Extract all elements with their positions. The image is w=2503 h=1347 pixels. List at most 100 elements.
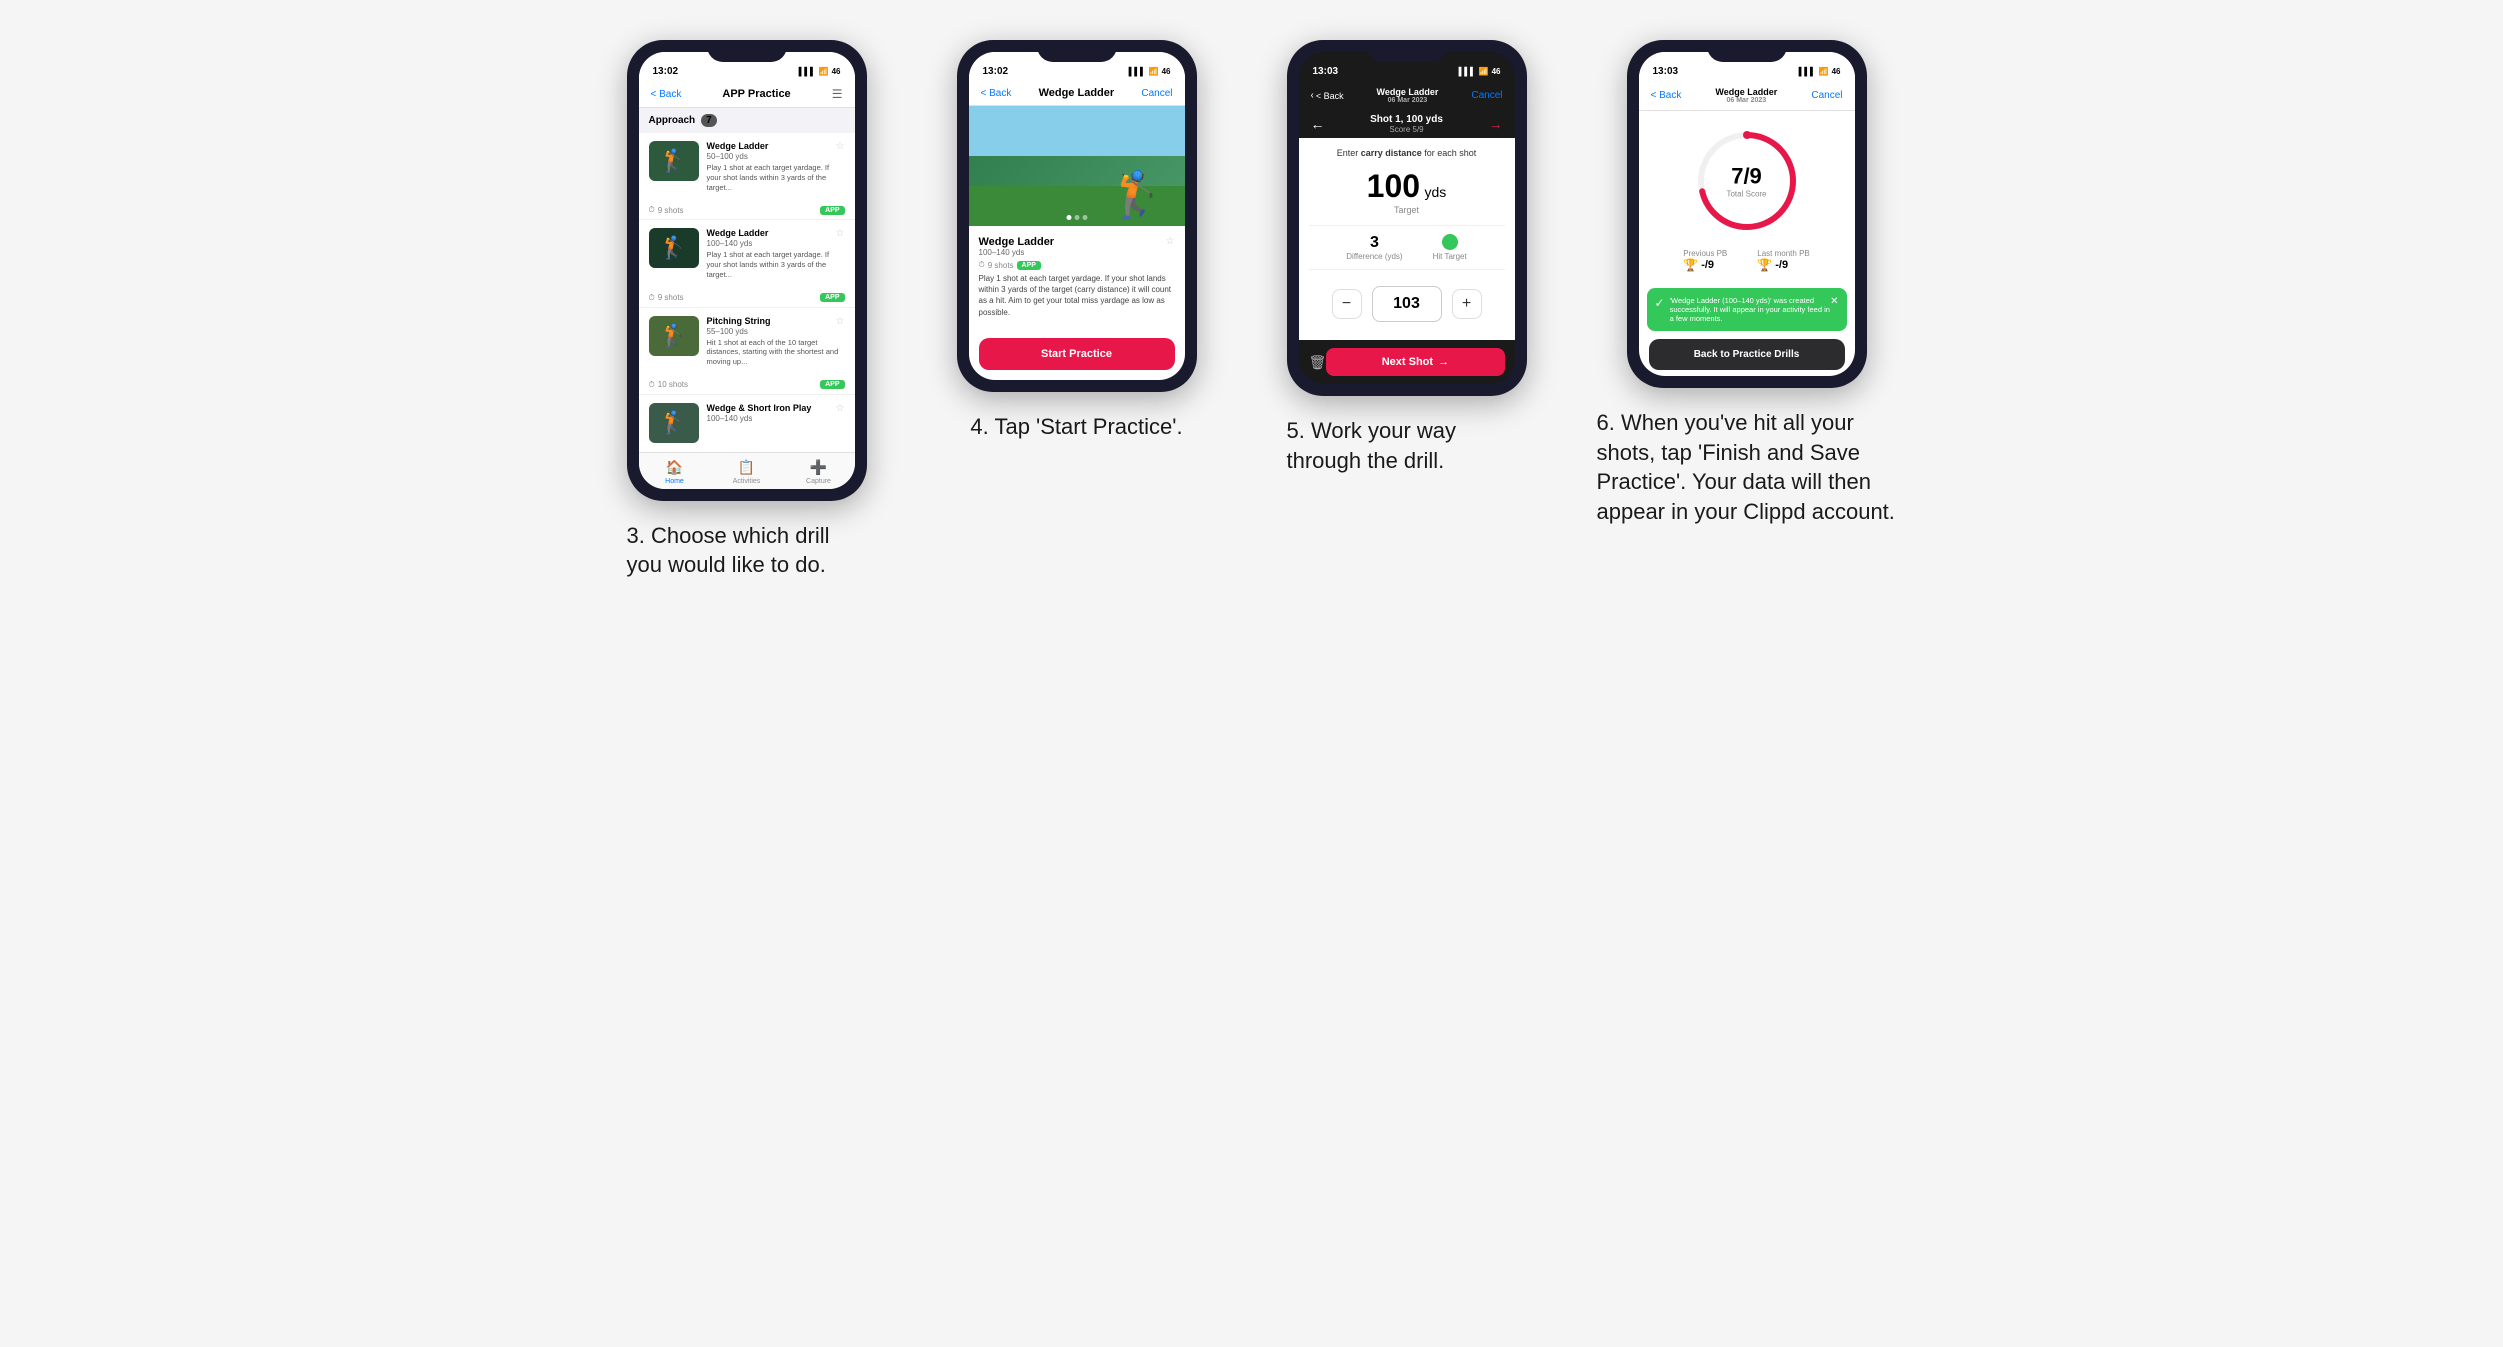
target-label: Target <box>1309 205 1505 215</box>
drill-footer-3: ⏱ 10 shots APP <box>639 376 855 395</box>
signal-icon-2: ▌▌▌ <box>1129 67 1146 76</box>
previous-pb-label: Previous PB <box>1683 249 1727 258</box>
phone-3: 13:03 ▌▌▌ 📶 46 ‹ < Back Wedge Ladder 06 … <box>1287 40 1527 396</box>
status-icons-1: ▌▌▌ 📶 46 <box>799 67 841 76</box>
column-1: 13:02 ▌▌▌ 📶 46 < Back APP Practice ☰ App… <box>597 40 897 580</box>
drill-card-1[interactable]: 🏌️ Wedge Ladder ☆ 50–100 yds Play 1 shot… <box>639 133 855 200</box>
score-num: 7/9 <box>1726 164 1766 190</box>
back-btn-3[interactable]: ‹ < Back <box>1311 90 1344 101</box>
drill-thumb-1: 🏌️ <box>649 141 699 181</box>
nav-title-block-4: Wedge Ladder 06 Mar 2023 <box>1715 87 1777 104</box>
star-icon-3[interactable]: ☆ <box>836 316 845 327</box>
drill-info-1: Wedge Ladder ☆ 50–100 yds Play 1 shot at… <box>707 141 845 192</box>
back-btn-1[interactable]: < Back <box>651 89 682 100</box>
hamburger-icon[interactable]: ☰ <box>832 87 843 101</box>
next-shot-btn[interactable]: Next Shot → <box>1326 348 1504 376</box>
wifi-icon-3: 📶 <box>1479 67 1489 76</box>
next-shot-nav-icon[interactable]: → <box>1489 116 1503 132</box>
star-icon-2[interactable]: ☆ <box>836 228 845 239</box>
nav-title-1: APP Practice <box>722 88 790 100</box>
drill-info-2: Wedge Ladder ☆ 100–140 yds Play 1 shot a… <box>707 228 845 279</box>
cancel-btn-3[interactable]: Cancel <box>1471 90 1502 101</box>
drill-yds-2: 100–140 yds <box>707 239 845 248</box>
pb-row: Previous PB 🏆 -/9 Last month PB 🏆 -/9 <box>1639 241 1855 280</box>
section-label: Approach <box>649 115 696 126</box>
nav-bar-4: < Back Wedge Ladder 06 Mar 2023 Cancel <box>1639 81 1855 111</box>
dot-2 <box>1074 215 1079 220</box>
lastmonth-pb-label: Last month PB <box>1757 249 1809 258</box>
phone-2-screen: 13:02 ▌▌▌ 📶 46 < Back Wedge Ladder Cance… <box>969 52 1185 380</box>
cancel-btn-2[interactable]: Cancel <box>1141 88 1172 99</box>
previous-pb-val: 🏆 -/9 <box>1683 258 1727 272</box>
tab-home[interactable]: 🏠 Home <box>639 459 711 485</box>
drill-name-2: Wedge Ladder <box>707 228 769 239</box>
time-4: 13:03 <box>1653 66 1679 77</box>
shots-label-3: ⏱ 10 shots <box>649 380 689 390</box>
trash-icon[interactable]: 🗑 <box>1309 354 1327 371</box>
activities-icon: 📋 <box>738 459 755 476</box>
star-icon-4[interactable]: ☆ <box>836 403 845 414</box>
increment-btn[interactable]: + <box>1452 289 1482 319</box>
s2-drill-desc: Play 1 shot at each target yardage. If y… <box>979 273 1175 318</box>
shot-info: Shot 1, 100 yds Score 5/9 <box>1370 114 1443 134</box>
back-btn-2[interactable]: < Back <box>981 88 1012 99</box>
difference-val: 3 <box>1346 234 1402 252</box>
drill-thumb-2: 🏌️ <box>649 228 699 268</box>
drill-content: Enter carry distance for each shot 100 y… <box>1299 138 1515 340</box>
tab-home-label: Home <box>665 478 684 485</box>
toast-close-btn[interactable]: ✕ <box>1830 296 1838 307</box>
hero-sky <box>969 106 1185 156</box>
score-circle-container: 7/9 Total Score <box>1639 111 1855 241</box>
hero-golfer-icon: 🏌️ <box>1108 168 1164 221</box>
status-icons-4: ▌▌▌ 📶 46 <box>1799 67 1841 76</box>
start-practice-btn[interactable]: Start Practice <box>979 338 1175 370</box>
nav-title-bot-4: 06 Mar 2023 <box>1715 97 1777 104</box>
column-3: 13:03 ▌▌▌ 📶 46 ‹ < Back Wedge Ladder 06 … <box>1257 40 1557 475</box>
phone-3-screen: 13:03 ▌▌▌ 📶 46 ‹ < Back Wedge Ladder 06 … <box>1299 52 1515 384</box>
metrics-row: 3 Difference (yds) Hit Target <box>1309 225 1505 270</box>
star-icon-1[interactable]: ☆ <box>836 141 845 152</box>
time-3: 13:03 <box>1313 66 1339 77</box>
shots-label-1: ⏱ 9 shots <box>649 205 684 215</box>
home-icon: 🏠 <box>666 459 683 476</box>
back-btn-4[interactable]: < Back <box>1651 90 1682 101</box>
hero-dots <box>1066 215 1087 220</box>
capture-icon: ➕ <box>810 459 827 476</box>
back-drills-btn[interactable]: Back to Practice Drills <box>1649 339 1845 370</box>
notch-2 <box>1037 40 1117 62</box>
drill-yds-1: 50–100 yds <box>707 152 845 161</box>
tab-activities[interactable]: 📋 Activities <box>711 459 783 485</box>
drill-name-4: Wedge & Short Iron Play <box>707 403 812 414</box>
status-icons-3: ▌▌▌ 📶 46 <box>1459 67 1501 76</box>
notch-1 <box>707 40 787 62</box>
wifi-icon-2: 📶 <box>1149 67 1159 76</box>
drill-card-4[interactable]: 🏌️ Wedge & Short Iron Play ☆ 100–140 yds <box>639 395 855 451</box>
tab-capture[interactable]: ➕ Capture <box>783 459 855 485</box>
section-tag: Approach 7 <box>639 108 855 133</box>
drill-card-2[interactable]: 🏌️ Wedge Ladder ☆ 100–140 yds Play 1 sho… <box>639 220 855 287</box>
caption-1: 3. Choose which drill you would like to … <box>627 521 867 580</box>
drill-yds-3: 55–100 yds <box>707 327 845 336</box>
next-arrow-icon: → <box>1438 356 1449 368</box>
toast-text: 'Wedge Ladder (100–140 yds)' was created… <box>1670 296 1831 323</box>
star-icon-s2[interactable]: ☆ <box>1166 236 1175 247</box>
thumb-img-2: 🏌️ <box>649 228 699 268</box>
back-chevron-icon: ‹ <box>1311 90 1314 101</box>
success-toast: ✓ 'Wedge Ladder (100–140 yds)' was creat… <box>1647 288 1847 331</box>
clock-icon: ⏱ <box>979 260 985 270</box>
tab-bar-1: 🏠 Home 📋 Activities ➕ Capture <box>639 452 855 489</box>
caption-4: 6. When you've hit all your shots, tap '… <box>1597 408 1897 527</box>
drill-footer-2: ⏱ 9 shots APP <box>639 289 855 308</box>
drill-name-1: Wedge Ladder <box>707 141 769 152</box>
target-display: 100 yds Target <box>1309 168 1505 215</box>
drill-card-3[interactable]: 🏌️ Pitching String ☆ 55–100 yds Hit 1 sh… <box>639 308 855 375</box>
cancel-btn-4[interactable]: Cancel <box>1811 90 1842 101</box>
nav-title-top-4: Wedge Ladder <box>1715 87 1777 97</box>
decrement-btn[interactable]: − <box>1332 289 1362 319</box>
s2-drill-yds: 100–140 yds <box>979 248 1055 257</box>
dot-1 <box>1066 215 1071 220</box>
column-4: 13:03 ▌▌▌ 📶 46 < Back Wedge Ladder 06 Ma… <box>1587 40 1907 527</box>
yds-input[interactable]: 103 <box>1372 286 1442 322</box>
time-1: 13:02 <box>653 66 679 77</box>
prev-shot-icon[interactable]: ← <box>1311 116 1325 132</box>
